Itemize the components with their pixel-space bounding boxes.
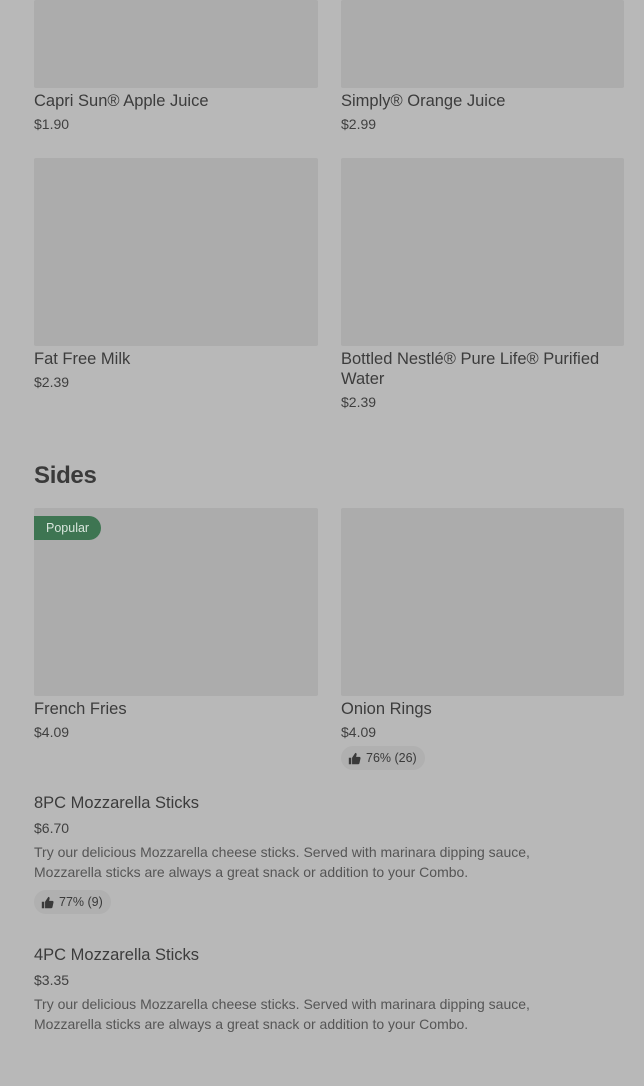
- item-name: Fat Free Milk: [34, 350, 131, 368]
- item-name: Bottled Nestlé® Pure Life® Purified Wate…: [341, 350, 600, 388]
- thumbs-up-icon: [348, 752, 361, 764]
- item-name: 4PC Mozzarella Sticks: [34, 946, 200, 964]
- item-name: Simply® Orange Juice: [341, 92, 506, 110]
- item-name: Capri Sun® Apple Juice: [34, 92, 209, 110]
- item-image: [341, 508, 624, 696]
- rating-badge: 76% (26): [341, 746, 425, 770]
- thumbs-up-icon: [41, 896, 54, 908]
- item-price: $2.39: [34, 374, 70, 390]
- menu-item-card[interactable]: Bottled Nestlé® Pure Life® Purified Wate…: [341, 158, 624, 418]
- item-name: 8PC Mozzarella Sticks: [34, 794, 200, 812]
- list-item[interactable]: 8PC Mozzarella Sticks $6.70 Try our deli…: [34, 793, 594, 917]
- rating-text: 76% (26): [366, 751, 417, 765]
- menu-item-card[interactable]: Onion Rings $4.09 76% (26): [341, 508, 624, 772]
- menu-item-card[interactable]: Simply® Orange Juice $2.99: [341, 0, 624, 140]
- item-image: [341, 0, 624, 88]
- section-title-sides: Sides: [34, 462, 97, 489]
- list-item[interactable]: 4PC Mozzarella Sticks $3.35 Try our deli…: [34, 945, 594, 1045]
- item-price: $1.90: [34, 116, 70, 132]
- rating-badge: 77% (9): [34, 890, 111, 914]
- item-image: [341, 158, 624, 346]
- item-price: $6.70: [34, 820, 70, 836]
- item-image: [34, 158, 318, 346]
- item-description: Try our delicious Mozzarella cheese stic…: [34, 844, 530, 880]
- popular-badge: Popular: [34, 516, 102, 540]
- menu-item-card[interactable]: Popular French Fries $4.09: [34, 508, 318, 748]
- item-price: $2.39: [341, 394, 377, 410]
- item-name: French Fries: [34, 700, 127, 718]
- item-name: Onion Rings: [341, 700, 432, 718]
- menu-item-card[interactable]: Fat Free Milk $2.39: [34, 158, 318, 398]
- item-price: $3.35: [34, 972, 70, 988]
- item-image: [34, 0, 318, 88]
- item-description: Try our delicious Mozzarella cheese stic…: [34, 996, 530, 1032]
- menu-page: Capri Sun® Apple Juice $1.90 Simply® Ora…: [0, 0, 644, 1086]
- item-price: $4.09: [34, 724, 70, 740]
- menu-item-card[interactable]: Capri Sun® Apple Juice $1.90: [34, 0, 318, 140]
- item-price: $2.99: [341, 116, 377, 132]
- rating-text: 77% (9): [59, 895, 103, 909]
- item-price: $4.09: [341, 724, 377, 740]
